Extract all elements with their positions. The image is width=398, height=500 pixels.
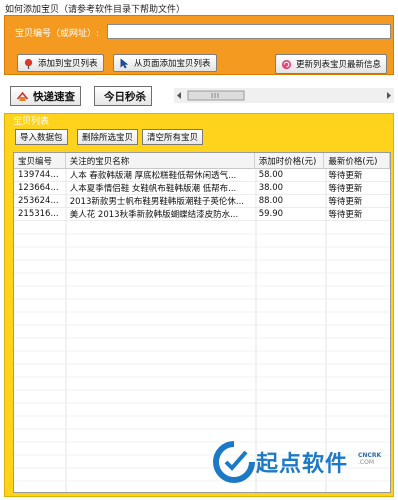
cell-latest-price: 等待更新 [328, 210, 363, 220]
cell-name: 人本 春款韩版潮 厚底松糕鞋低帮休闲透气... [69, 171, 237, 181]
column-header-id[interactable]: 宝贝编号 [14, 153, 66, 168]
item-code-input[interactable] [107, 24, 391, 39]
cell-name: 2013新款男士帆布鞋男鞋韩版潮鞋子英伦休... [69, 197, 244, 207]
cell-add-price: 59.90 [258, 209, 284, 219]
import-package-button[interactable]: 导入数据包 [15, 129, 68, 145]
add-from-page-label: 从页面添加宝贝列表 [134, 59, 211, 69]
column-header-latest-price[interactable]: 最新价格(元) [324, 153, 390, 168]
table-header: 宝贝编号 关注的宝贝名称 添加时价格(元) 最新价格(元) [14, 153, 390, 169]
add-to-list-label: 添加到宝贝列表 [38, 59, 98, 69]
add-from-page-button[interactable]: 从页面添加宝贝列表 [113, 54, 217, 72]
today-flash-label: 今日秒杀 [104, 90, 146, 103]
brand-watermark: 起点软件 CNCRK .COM [208, 440, 398, 490]
truck-icon [16, 91, 29, 101]
toolbar-scrollbar[interactable] [174, 88, 394, 103]
add-to-list-button[interactable]: 添加到宝贝列表 [17, 54, 104, 72]
cell-id: 123664... [18, 183, 59, 193]
column-header-name[interactable]: 关注的宝贝名称 [66, 153, 255, 168]
cell-add-price: 58.00 [258, 170, 284, 180]
update-list-button[interactable]: 更新列表宝贝最新信息 [275, 54, 388, 74]
cell-id: 253624... [18, 196, 59, 206]
table-row[interactable]: 253624... 2013新款男士帆布鞋男鞋韩版潮鞋子英伦休... 88.00… [14, 195, 390, 208]
cursor-icon [120, 57, 129, 68]
table-row[interactable]: 139744... 人本 春款韩版潮 厚底松糕鞋低帮休闲透气... 58.00 … [14, 169, 390, 182]
toolbar: 快递速查 今日秒杀 [4, 86, 394, 108]
quick-express-button[interactable]: 快递速查 [10, 86, 81, 106]
item-code-panel: 宝贝编号（或网址）: 添加到宝贝列表 从页面添加宝贝列表 更新列表宝贝最新信息 [4, 15, 394, 75]
cell-add-price: 38.00 [258, 183, 284, 193]
brand-sub-domain: .COM [358, 459, 374, 466]
cell-name: 人本夏季情侣鞋 女鞋帆布鞋韩版潮 低帮布... [69, 184, 237, 194]
cell-id: 215316... [18, 209, 59, 219]
cell-id: 139744... [18, 170, 59, 180]
today-flash-button[interactable]: 今日秒杀 [94, 86, 152, 106]
clear-all-button[interactable]: 清空所有宝贝 [142, 129, 204, 145]
cell-add-price: 88.00 [258, 196, 284, 206]
delete-selected-button[interactable]: 删除所选宝贝 [77, 129, 139, 145]
column-header-add-price[interactable]: 添加时价格(元) [255, 153, 325, 168]
update-list-label: 更新列表宝贝最新信息 [296, 60, 382, 70]
cell-latest-price: 等待更新 [328, 184, 363, 194]
table-row[interactable]: 215316... 美人花 2013秋季新款韩版蝴蝶结漆皮防水... 59.90… [14, 208, 390, 221]
brand-logo-icon [213, 441, 255, 483]
item-code-label: 宝贝编号（或网址）: [15, 29, 100, 39]
item-list-title: 宝贝列表 [13, 117, 50, 127]
brand-name: 起点软件 [256, 452, 349, 477]
cell-latest-price: 等待更新 [328, 171, 363, 181]
refresh-icon [281, 59, 292, 69]
help-link[interactable]: 如何添加宝贝（请参考软件目录下帮助文件） [5, 2, 185, 15]
brand-sub: CNCRK [358, 452, 382, 459]
pin-icon [24, 58, 33, 69]
cell-latest-price: 等待更新 [328, 197, 363, 207]
quick-express-label: 快递速查 [33, 90, 75, 103]
table-row[interactable]: 123664... 人本夏季情侣鞋 女鞋帆布鞋韩版潮 低帮布... 38.00 … [14, 182, 390, 195]
cell-name: 美人花 2013秋季新款韩版蝴蝶结漆皮防水... [69, 210, 239, 220]
